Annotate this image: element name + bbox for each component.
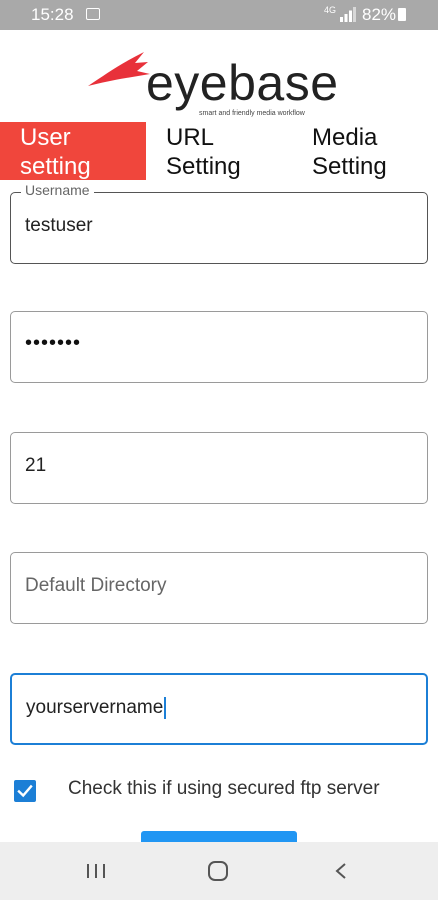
battery-percent: 82% — [362, 5, 397, 24]
tab-label-line1: URL — [166, 124, 215, 151]
status-bar: 15:28 4G 82% — [0, 0, 438, 30]
tab-label-line2: Setting — [312, 153, 387, 180]
tab-label-line1: User — [20, 124, 71, 151]
password-value: ••••••• — [25, 332, 82, 354]
server-name-text: yourservername — [26, 697, 164, 719]
network-type-label: 4G — [324, 5, 337, 15]
signal-icon — [340, 7, 356, 22]
text-cursor — [164, 697, 167, 719]
tab-label-line2: Setting — [166, 153, 241, 180]
system-navigation-bar — [0, 842, 438, 900]
server-name-value: yourservername — [26, 697, 167, 719]
server-name-field[interactable]: yourservername — [10, 673, 428, 745]
logo-tagline: smart and friendly media workflow — [199, 110, 305, 117]
port-value: 21 — [25, 455, 47, 476]
secure-ftp-label: Check this if using secured ftp server — [68, 778, 380, 799]
secure-ftp-checkbox[interactable] — [14, 780, 36, 802]
username-field[interactable]: Username testuser — [10, 182, 428, 264]
tab-label-line2: setting — [20, 153, 91, 180]
tab-media-setting[interactable]: Media Setting — [292, 122, 438, 180]
tab-label-line1: Media — [312, 124, 378, 151]
tab-user-setting[interactable]: User setting — [0, 122, 146, 180]
password-field[interactable]: ••••••• — [10, 311, 428, 383]
recents-icon[interactable] — [66, 842, 126, 900]
battery-icon — [398, 8, 406, 21]
logo-wordmark: eyebase — [146, 55, 339, 111]
username-value: testuser — [25, 215, 93, 236]
default-directory-field[interactable]: Default Directory — [10, 552, 428, 624]
tab-url-setting[interactable]: URL Setting — [146, 122, 292, 180]
status-time: 15:28 — [31, 5, 74, 24]
default-directory-placeholder: Default Directory — [25, 575, 167, 596]
home-icon[interactable] — [188, 842, 248, 900]
settings-tabs: User setting URL Setting Media Setting — [0, 122, 438, 180]
checkmark-icon — [17, 784, 33, 798]
gallery-notification-icon — [86, 8, 100, 20]
port-field[interactable]: 21 — [10, 432, 428, 504]
eyebase-logo: eyebase smart and friendly media workflo… — [86, 48, 356, 120]
username-label: Username — [21, 182, 94, 198]
back-icon[interactable] — [310, 842, 370, 900]
